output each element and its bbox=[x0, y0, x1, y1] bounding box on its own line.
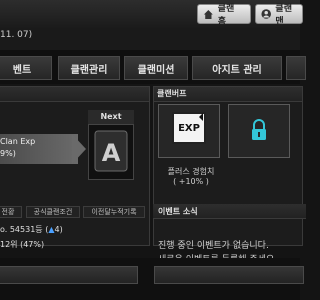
exp-buff-caption: 플러스 경험치 ( +10% ) bbox=[160, 167, 222, 187]
clan-exp-arrow bbox=[72, 134, 86, 164]
tab-battle-status[interactable]: 전황 bbox=[0, 206, 22, 218]
clan-home-label: 클랜 홈 bbox=[217, 4, 235, 27]
date-text: 11. 07) bbox=[0, 30, 33, 40]
svg-text:EXP: EXP bbox=[178, 123, 200, 134]
bottom-tab-right[interactable] bbox=[154, 266, 304, 284]
clan-mode-label: 클랜맨 bbox=[275, 4, 292, 27]
clan-home-button[interactable]: 클랜 홈 bbox=[197, 4, 251, 27]
locked-buff-slot bbox=[228, 104, 290, 158]
tab-agit-manage[interactable]: 아지트 관리 bbox=[192, 56, 282, 80]
rank-suffix: ) bbox=[59, 225, 63, 234]
tab-clan-manage[interactable]: 클랜관리 bbox=[58, 56, 120, 80]
rank-value: o. 54531등 ( bbox=[0, 225, 49, 234]
tab-event[interactable]: 벤트 bbox=[0, 56, 52, 80]
clan-buff-title: 클랜버프 bbox=[154, 87, 302, 102]
clan-info-header bbox=[0, 87, 149, 102]
exp-buff-value: ( +10% ) bbox=[173, 177, 209, 186]
tab-more[interactable] bbox=[286, 56, 306, 80]
next-rank-label: Next bbox=[88, 110, 134, 124]
clan-mode-button[interactable]: 클랜맨 bbox=[255, 4, 303, 27]
clan-percent-text: 12위 (47%) bbox=[0, 240, 45, 249]
event-news-title: 이벤트 소식 bbox=[158, 207, 198, 216]
tab-official-clan[interactable]: 공식클랜조건 bbox=[26, 206, 80, 218]
tab-last-month-record[interactable]: 이전달누적기록 bbox=[83, 206, 145, 218]
lock-icon bbox=[252, 119, 266, 140]
event-news-line1: 진행 중인 이벤트가 없습니다. bbox=[158, 241, 269, 251]
rank-a-icon: A bbox=[94, 130, 128, 172]
clan-rank-text: o. 54531등 (▲4) bbox=[0, 224, 63, 235]
clan-exp-label: Clan Exp bbox=[0, 137, 36, 146]
exp-buff-icon: EXP bbox=[172, 112, 206, 144]
exp-buff-name: 플러스 경험치 bbox=[167, 167, 215, 176]
exp-buff-slot[interactable]: EXP bbox=[158, 104, 220, 158]
user-icon bbox=[261, 9, 271, 19]
clan-exp-percent: 9%) bbox=[0, 149, 16, 158]
svg-text:A: A bbox=[102, 139, 121, 167]
tab-clan-mission[interactable]: 클랜미션 bbox=[124, 56, 188, 80]
bottom-tab-left[interactable] bbox=[0, 266, 138, 284]
home-icon bbox=[203, 9, 213, 19]
next-rank-box: A bbox=[88, 124, 134, 180]
date-row bbox=[0, 28, 300, 50]
